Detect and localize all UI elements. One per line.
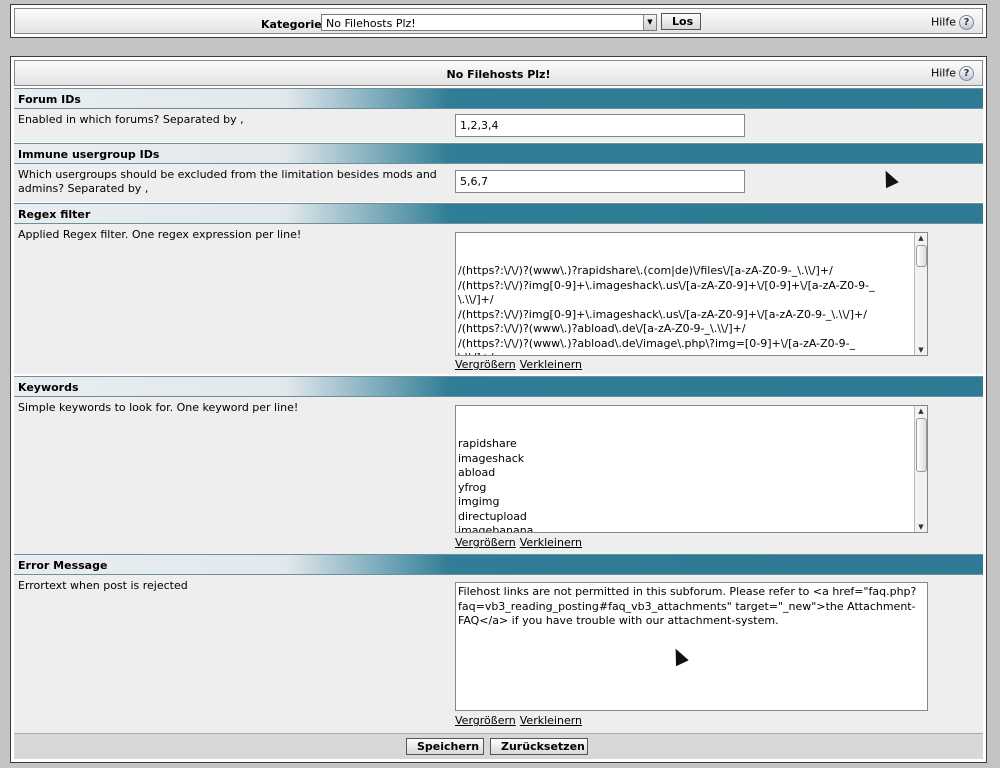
category-select-value: No Filehosts Plz! (326, 17, 416, 30)
shrink-link[interactable]: Verkleinern (520, 536, 582, 549)
regex-line: /(https?:\/\/)?img[0-9]+\.imageshack\.us… (458, 307, 867, 321)
resize-links: Vergrößern Verkleinern (455, 358, 586, 371)
keywords-textarea[interactable]: rapidshare imageshack abload yfrog imgimg dir… (455, 405, 928, 533)
forum-ids-label: Enabled in which forums? Separated by , (18, 113, 244, 126)
save-button[interactable]: Speichern (406, 738, 484, 755)
keyword-line: yfrog (458, 480, 487, 494)
regex-textarea[interactable]: /(https?:\/\/)?(www\.)?rapidshare\.(com|… (455, 232, 928, 356)
help-icon[interactable]: ? (959, 15, 974, 30)
scroll-down-icon[interactable]: ▼ (915, 522, 927, 532)
help-label[interactable]: Hilfe (931, 67, 956, 80)
keyword-lines: rapidshare imageshack abload yfrog imgimg dir… (458, 437, 911, 533)
help-label[interactable]: Hilfe (931, 16, 956, 29)
keyword-line: imageshack (458, 451, 525, 465)
regex-line: /(https?:\/\/)?(www\.)?abload\.de\/[a-zA… (458, 322, 746, 335)
section-title: Regex filter (18, 208, 91, 221)
error-textarea[interactable]: Filehost links are not permitted in this… (455, 582, 928, 711)
regex-line: /(https?:\/\/)?(www\.)?abload\.de\/image… (458, 336, 856, 350)
panel-titlebar: No Filehosts Plz! Hilfe? (14, 60, 983, 86)
keyword-line: directupload (458, 509, 527, 523)
keyword-line: imgimg (458, 495, 500, 508)
regex-label: Applied Regex filter. One regex expressi… (18, 228, 302, 241)
shrink-link[interactable]: Verkleinern (520, 714, 582, 727)
category-bar: Kategorie No Filehosts Plz! ▼ Los Hilfe? (10, 4, 987, 38)
regex-line: \.\\/]+/ (458, 351, 911, 355)
enlarge-link[interactable]: Vergrößern (455, 536, 516, 549)
section-keywords: Keywords (14, 376, 983, 397)
go-button[interactable]: Los (661, 13, 701, 30)
section-forum-ids: Forum IDs (14, 88, 983, 109)
keywords-label: Simple keywords to look for. One keyword… (18, 401, 299, 414)
scroll-up-icon[interactable]: ▲ (915, 233, 927, 243)
regex-line: /(https?:\/\/)?(www\.)?rapidshare\.(com|… (458, 264, 833, 277)
scroll-thumb[interactable] (916, 245, 927, 267)
help-icon[interactable]: ? (959, 66, 974, 81)
immune-ids-input[interactable]: 5,6,7 (455, 170, 745, 193)
scrollbar[interactable]: ▲ ▼ (914, 406, 927, 532)
enlarge-link[interactable]: Vergrößern (455, 714, 516, 727)
section-regex-filter: Regex filter (14, 203, 983, 224)
section-title: Immune usergroup IDs (18, 148, 160, 161)
resize-links: Vergrößern Verkleinern (455, 536, 586, 549)
error-text: Filehost links are not permitted in this… (458, 585, 917, 627)
row-keywords: Simple keywords to look for. One keyword… (14, 397, 983, 554)
reset-button[interactable]: Zurücksetzen (490, 738, 588, 755)
form-footer: Speichern Zurücksetzen (14, 733, 983, 759)
regex-line: /(https?:\/\/)?img[0-9]+\.imageshack\.us… (458, 278, 875, 292)
scroll-up-icon[interactable]: ▲ (915, 406, 927, 416)
section-title: Error Message (18, 559, 108, 572)
section-error-message: Error Message (14, 554, 983, 575)
row-immune-usergroups: Which usergroups should be excluded from… (14, 164, 983, 202)
help-link-panel[interactable]: Hilfe? (931, 66, 974, 81)
row-error-message: Errortext when post is rejected Filehost… (14, 575, 983, 733)
keyword-line: rapidshare (458, 437, 517, 450)
category-select[interactable]: No Filehosts Plz! ▼ (321, 14, 657, 31)
keyword-line: abload (458, 466, 496, 479)
keyword-line: imagebanana (458, 524, 534, 533)
scroll-down-icon[interactable]: ▼ (915, 345, 927, 355)
regex-line: \.\\/]+/ (458, 293, 494, 306)
section-immune-usergroups: Immune usergroup IDs (14, 143, 983, 164)
row-regex-filter: Applied Regex filter. One regex expressi… (14, 224, 983, 374)
shrink-link[interactable]: Verkleinern (520, 358, 582, 371)
forum-ids-input[interactable]: 1,2,3,4 (455, 114, 745, 137)
immune-ids-label: Which usergroups should be excluded from… (18, 168, 437, 195)
regex-lines: /(https?:\/\/)?(www\.)?rapidshare\.(com|… (458, 264, 911, 355)
scroll-thumb[interactable] (916, 418, 927, 472)
section-title: Keywords (18, 381, 79, 394)
scrollbar[interactable]: ▲ ▼ (914, 233, 927, 355)
category-label: Kategorie (261, 18, 322, 31)
chevron-down-icon[interactable]: ▼ (643, 15, 656, 30)
panel-title: No Filehosts Plz! (446, 68, 551, 81)
settings-panel: No Filehosts Plz! Hilfe? Forum IDs Enabl… (10, 56, 987, 763)
enlarge-link[interactable]: Vergrößern (455, 358, 516, 371)
error-label: Errortext when post is rejected (18, 579, 188, 592)
section-title: Forum IDs (18, 93, 81, 106)
resize-links: Vergrößern Verkleinern (455, 714, 586, 727)
help-link-top[interactable]: Hilfe? (931, 15, 974, 30)
category-bar-inner: Kategorie No Filehosts Plz! ▼ Los Hilfe? (14, 8, 983, 34)
row-forum-ids: Enabled in which forums? Separated by , … (14, 109, 983, 142)
